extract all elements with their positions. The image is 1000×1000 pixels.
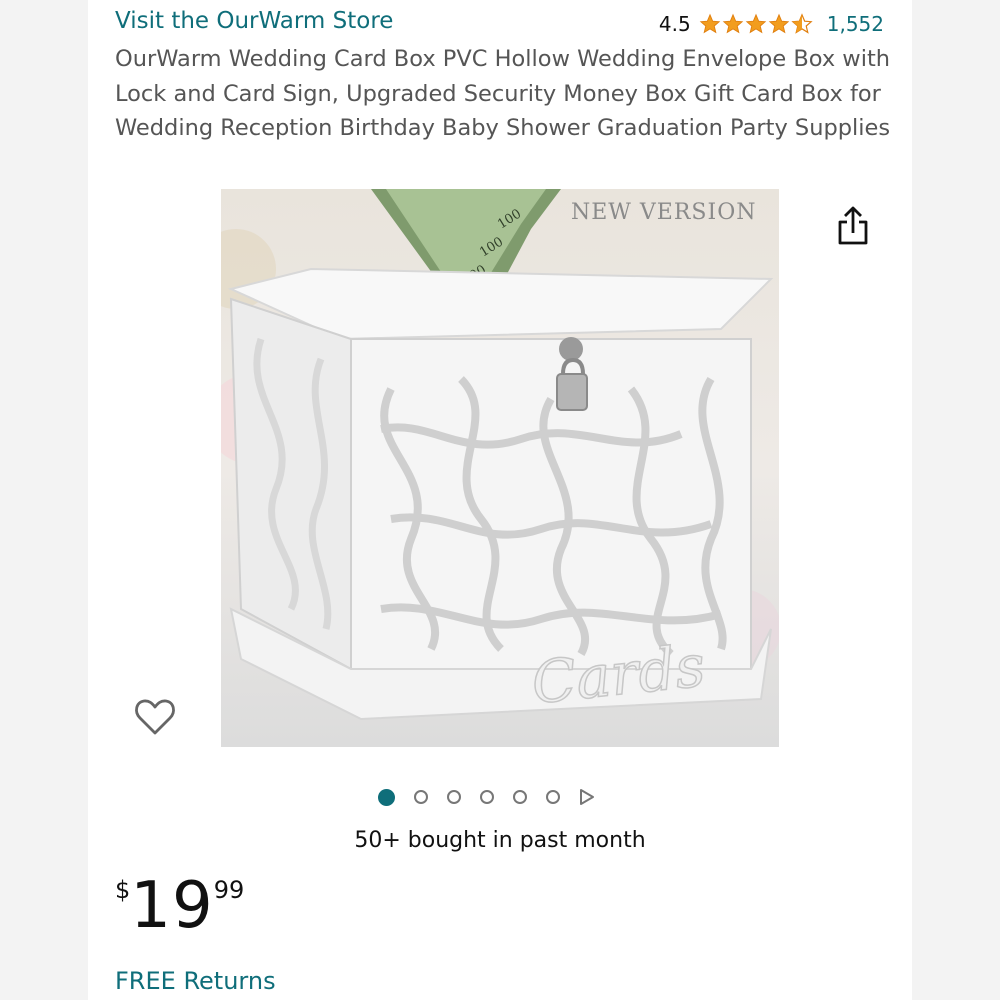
wishlist-button[interactable] xyxy=(133,695,177,739)
price-whole: 19 xyxy=(130,869,214,943)
star-icon xyxy=(699,13,721,34)
carousel-dot[interactable] xyxy=(546,790,560,804)
carousel-dot[interactable] xyxy=(447,790,461,804)
new-version-label: NEW VERSION xyxy=(571,200,756,225)
share-icon xyxy=(838,206,868,245)
carousel-dot[interactable] xyxy=(480,790,494,804)
rating-summary[interactable]: 4.5 1,552 xyxy=(659,12,884,36)
price-fraction: 99 xyxy=(213,876,245,904)
product-photo: 100 100 100 NEW VERSION xyxy=(221,189,779,747)
price: $ 19 99 xyxy=(115,866,244,946)
rating-count[interactable]: 1,552 xyxy=(827,12,884,36)
bought-count: 50+ bought in past month xyxy=(354,828,646,853)
product-image[interactable]: 100 100 100 NEW VERSION xyxy=(221,189,779,747)
padlock xyxy=(556,337,588,411)
free-returns-link[interactable]: FREE Returns xyxy=(115,967,276,995)
star-icon xyxy=(768,13,790,34)
carousel-dot[interactable] xyxy=(414,790,428,804)
rating-score: 4.5 xyxy=(658,12,691,36)
star-icon xyxy=(745,13,767,34)
star-rating xyxy=(699,13,813,35)
play-arrow-icon[interactable] xyxy=(579,788,595,806)
product-title: OurWarm Wedding Card Box PVC Hollow Wedd… xyxy=(115,46,891,141)
image-carousel-indicator[interactable] xyxy=(378,788,595,806)
half-star-icon xyxy=(791,13,813,34)
carousel-dot[interactable] xyxy=(513,790,527,804)
carousel-dot-active[interactable] xyxy=(378,788,395,806)
store-link[interactable]: Visit the OurWarm Store xyxy=(115,8,393,34)
price-currency: $ xyxy=(115,876,131,904)
share-button[interactable] xyxy=(836,206,870,246)
star-icon xyxy=(722,13,744,34)
heart-icon xyxy=(135,699,175,735)
product-page: Visit the OurWarm Store 4.5 1,552 OurWar… xyxy=(88,0,912,1000)
